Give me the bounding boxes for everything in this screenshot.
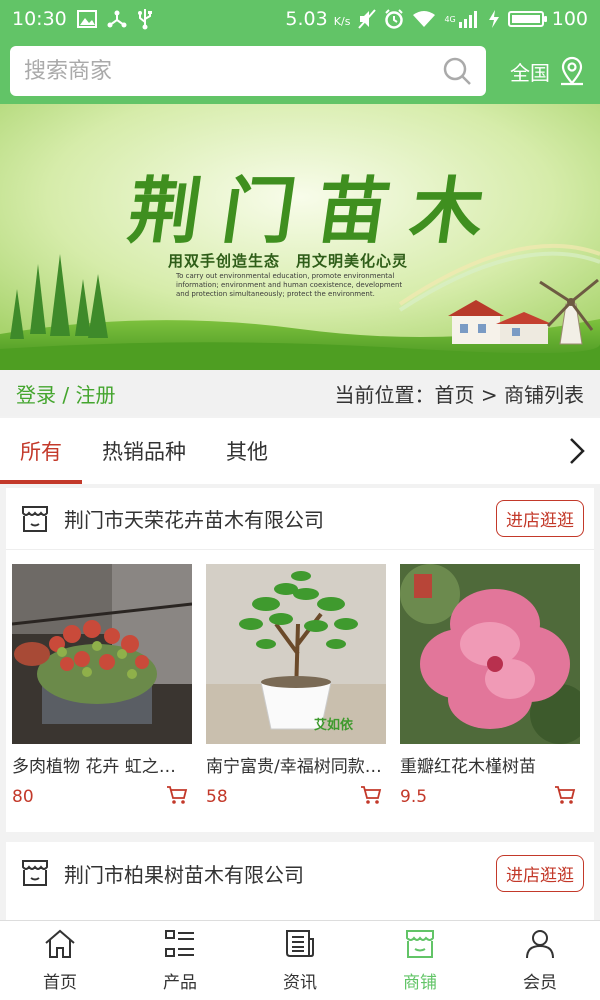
- product-card[interactable]: 艾如依 南宁富贵/幸福树同款盆栽 58: [206, 564, 386, 809]
- location-bar: 登录 / 注册 当前位置：首页 > 商铺列表: [0, 370, 600, 416]
- banner-subtitle: 用双手创造生态 用文明美化心灵: [168, 252, 409, 270]
- store-icon: [404, 929, 436, 964]
- image-icon: [76, 10, 97, 28]
- product-name[interactable]: 重瓣红花木槿树苗: [400, 752, 576, 777]
- store-icon: [20, 505, 50, 533]
- shop-name[interactable]: 荆门市天荣花卉苗木有限公司: [64, 504, 324, 533]
- shop-card: 荆门市柏果树苗木有限公司 进店逛逛: [6, 842, 594, 920]
- status-time: 10:30: [12, 8, 67, 30]
- news-icon: [284, 929, 316, 964]
- nav-news[interactable]: 资讯: [240, 921, 360, 1000]
- nav-products[interactable]: 产品: [120, 921, 240, 1000]
- banner-small-text: To carry out environmental education, pr…: [176, 272, 403, 298]
- bottom-nav: 首页 产品 资讯 商铺 会员: [0, 920, 600, 1000]
- user-icon: [524, 929, 556, 964]
- usb-icon: [137, 8, 153, 30]
- product-name[interactable]: 南宁富贵/幸福树同款盆栽: [206, 752, 382, 777]
- charging-icon: [488, 9, 500, 29]
- search-box[interactable]: [10, 46, 486, 96]
- wifi-icon: [412, 10, 436, 28]
- battery-icon: [507, 11, 547, 27]
- cart-icon[interactable]: [166, 785, 188, 809]
- product-name[interactable]: 多肉植物 花卉 虹之玉锦: [12, 752, 188, 777]
- signal-icon: 4G: [444, 10, 479, 28]
- tab-all[interactable]: 所有: [0, 418, 82, 484]
- nav-member-label: 会员: [523, 972, 557, 993]
- product-list: 多肉植物 花卉 虹之玉锦 80 艾如依 南宁富贵/幸福树同款盆栽 58 重瓣红花…: [6, 550, 594, 809]
- shop-card: 荆门市天荣花卉苗木有限公司 进店逛逛 多肉植物 花卉 虹之玉锦 80 艾如依 南…: [6, 488, 594, 832]
- battery-level: 100: [551, 8, 588, 30]
- nav-member[interactable]: 会员: [480, 921, 600, 1000]
- product-image[interactable]: [12, 564, 192, 744]
- nav-products-label: 产品: [163, 972, 197, 993]
- region-label: 全国: [510, 60, 550, 85]
- product-price: 58: [206, 787, 228, 807]
- status-bar: 10:30 5.03 K/s 4G 100: [0, 0, 600, 38]
- product-price: 9.5: [400, 787, 428, 807]
- product-card[interactable]: 重瓣红花木槿树苗 9.5: [400, 564, 580, 809]
- shop-name[interactable]: 荆门市柏果树苗木有限公司: [64, 859, 304, 888]
- nav-stores-label: 商铺: [403, 972, 437, 993]
- product-image[interactable]: 艾如依: [206, 564, 386, 744]
- cart-icon[interactable]: [360, 785, 382, 809]
- region-selector[interactable]: 全国: [510, 56, 590, 86]
- list-icon: [164, 929, 196, 964]
- nav-news-label: 资讯: [283, 972, 317, 993]
- location-pin-icon: [558, 56, 586, 86]
- nav-stores[interactable]: 商铺: [360, 921, 480, 1000]
- share-icon: [107, 9, 127, 29]
- shop-header: 荆门市柏果树苗木有限公司 进店逛逛: [6, 842, 594, 904]
- product-card[interactable]: 多肉植物 花卉 虹之玉锦 80: [12, 564, 192, 809]
- mute-icon: [358, 9, 377, 29]
- product-watermark: 艾如依: [314, 718, 354, 733]
- home-icon: [44, 929, 76, 964]
- category-tabs: 所有 热销品种 其他: [0, 418, 600, 484]
- store-icon: [20, 859, 50, 887]
- product-image[interactable]: [400, 564, 580, 744]
- product-price: 80: [12, 787, 34, 807]
- breadcrumb: 当前位置：首页 > 商铺列表: [334, 382, 584, 407]
- nav-home-label: 首页: [43, 972, 77, 993]
- search-header: 全国: [0, 38, 600, 104]
- tab-hot[interactable]: 热销品种: [82, 418, 206, 484]
- login-register-link[interactable]: 登录 / 注册: [16, 379, 115, 408]
- enter-shop-button[interactable]: 进店逛逛: [496, 854, 584, 892]
- search-input[interactable]: [24, 58, 442, 84]
- promo-banner[interactable]: 荆门苗木 用双手创造生态 用文明美化心灵 To carry out enviro…: [0, 104, 600, 370]
- cart-icon[interactable]: [554, 785, 576, 809]
- search-icon[interactable]: [442, 56, 472, 86]
- banner-title: 荆门苗木: [123, 168, 512, 253]
- tab-other[interactable]: 其他: [206, 418, 288, 484]
- shop-header: 荆门市天荣花卉苗木有限公司 进店逛逛: [6, 488, 594, 550]
- chevron-right-icon[interactable]: [554, 418, 600, 484]
- nav-home[interactable]: 首页: [0, 921, 120, 1000]
- alarm-icon: [384, 9, 404, 29]
- network-speed: 5.03 K/s: [285, 8, 351, 30]
- enter-shop-button[interactable]: 进店逛逛: [496, 500, 584, 537]
